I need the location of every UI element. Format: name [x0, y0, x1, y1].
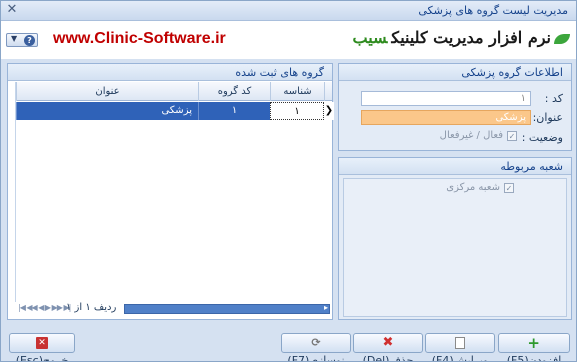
- navigator-buttons[interactable]: |◀ ◀◀ ◀ ▶ ▶▶ ▶|: [18, 303, 71, 312]
- status-label: وضعیت :: [521, 131, 563, 144]
- chevron-down-icon: ▼: [11, 34, 18, 43]
- delete-button[interactable]: ✖ حذف(Del): [353, 333, 423, 361]
- status-checkbox-label: فعال / غیرفعال: [439, 130, 503, 141]
- app-logo: نرم افزار مدیریت کلینیکسیب: [353, 28, 570, 47]
- add-button-label: افزودن(F5): [506, 354, 562, 362]
- cell-id[interactable]: ۱: [270, 102, 324, 120]
- website-link: www.Clinic-Software.ir: [53, 30, 226, 47]
- app-window: مدیریت لیست گروه های پزشکی ✕ ▼ ? www.Cli…: [0, 0, 577, 362]
- edit-document-icon: [455, 337, 465, 349]
- grid-navigator: |◀ ◀◀ ◀ ▶ ▶▶ ▶| ردیف ۱ از ۱ ▸: [16, 302, 332, 316]
- close-icon[interactable]: ✕: [5, 3, 19, 17]
- branch-checkbox[interactable]: ✓: [504, 183, 514, 193]
- record-position: ردیف ۱ از ۱: [66, 302, 117, 313]
- refresh-icon: ⟳: [311, 336, 321, 349]
- branch-panel: شعبه مربوطه ✓ شعبه مرکزی: [338, 157, 572, 320]
- title-bar: مدیریت لیست گروه های پزشکی ✕: [1, 1, 576, 21]
- info-caption: اطلاعات گروه پزشکی: [339, 64, 571, 81]
- branch-list: ✓ شعبه مرکزی: [343, 178, 567, 317]
- header-banner: ▼ ? www.Clinic-Software.ir نرم افزار مدی…: [1, 21, 576, 59]
- branch-item-label: شعبه مرکزی: [446, 182, 500, 193]
- help-icon: ?: [24, 35, 35, 46]
- column-header-indicator: [324, 82, 336, 101]
- table-row[interactable]: پزشکی ۱ ۱: [16, 102, 332, 120]
- horizontal-scrollbar[interactable]: ▸: [124, 303, 330, 314]
- code-label: کد :: [544, 92, 563, 105]
- cell-title[interactable]: پزشکی: [16, 102, 198, 120]
- exit-button[interactable]: ✕ خروج(Esc): [9, 333, 75, 361]
- cell-code[interactable]: ۱: [198, 102, 270, 120]
- exit-icon: ✕: [36, 337, 48, 349]
- column-header-id[interactable]: شناسه: [270, 82, 324, 101]
- grid-caption: گروه های ثبت شده: [8, 64, 332, 81]
- window-title: مدیریت لیست گروه های پزشکی: [418, 4, 568, 17]
- code-field[interactable]: ۱: [361, 91, 531, 106]
- edit-button-label: ویرایش(F4): [431, 354, 489, 362]
- row-indicator-icon: ❯: [324, 102, 334, 120]
- refresh-button-label: نوسازی(F7): [287, 354, 345, 362]
- branch-caption: شعبه مربوطه: [339, 158, 571, 175]
- delete-button-label: حذف(Del): [362, 354, 414, 362]
- scroll-right-icon[interactable]: ▸: [324, 303, 328, 312]
- column-header-title[interactable]: عنوان: [16, 82, 198, 101]
- status-checkbox[interactable]: ✓: [507, 131, 517, 141]
- grid-margin: [8, 82, 16, 302]
- group-info-panel: اطلاعات گروه پزشکی کد : ۱ عنوان: پزشکی و…: [338, 63, 572, 151]
- title-field[interactable]: پزشکی: [361, 110, 531, 125]
- plus-icon: +: [527, 334, 540, 352]
- title-label: عنوان:: [532, 111, 563, 124]
- logo-text: نرم افزار مدیریت کلینیک: [391, 28, 551, 47]
- help-dropdown[interactable]: ▼ ?: [6, 33, 38, 47]
- groups-grid-panel: گروه های ثبت شده عنوان کد گروه شناسه پزش…: [7, 63, 334, 320]
- edit-button[interactable]: ویرایش(F4): [425, 333, 495, 361]
- exit-button-label: خروج(Esc): [15, 354, 69, 362]
- refresh-button[interactable]: ⟳ نوسازی(F7): [281, 333, 351, 361]
- add-button[interactable]: + افزودن(F5): [498, 333, 570, 361]
- delete-icon: ✖: [382, 335, 394, 350]
- logo-brand: سیب: [352, 28, 388, 47]
- column-header-code[interactable]: کد گروه: [198, 82, 270, 101]
- grid-header: عنوان کد گروه شناسه: [16, 82, 332, 101]
- leaf-icon: [554, 33, 570, 44]
